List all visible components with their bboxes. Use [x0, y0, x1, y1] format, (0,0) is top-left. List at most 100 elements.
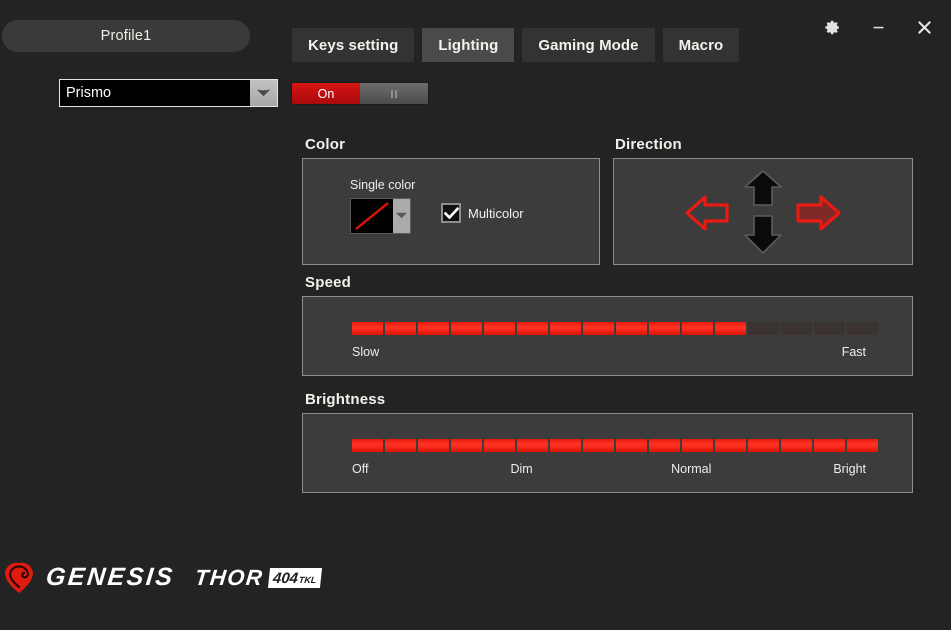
- direction-arrow-up[interactable]: [743, 169, 783, 207]
- speed-segment[interactable]: [649, 322, 680, 335]
- effect-select[interactable]: Prismo: [59, 79, 278, 107]
- brightness-segment[interactable]: [583, 439, 614, 452]
- effect-select-value: Prismo: [60, 80, 250, 106]
- tab-label: Gaming Mode: [538, 36, 639, 54]
- tab-keys-setting[interactable]: Keys setting: [292, 28, 415, 62]
- brightness-segment[interactable]: [418, 439, 449, 452]
- brightness-segment[interactable]: [814, 439, 845, 452]
- speed-segment[interactable]: [352, 322, 383, 335]
- brightness-segment[interactable]: [715, 439, 746, 452]
- close-button[interactable]: [911, 14, 937, 40]
- speed-segment[interactable]: [715, 322, 746, 335]
- brightness-segment[interactable]: [847, 439, 878, 452]
- gear-icon: [824, 19, 841, 36]
- single-color-picker[interactable]: [350, 198, 411, 234]
- brightness-segment[interactable]: [682, 439, 713, 452]
- speed-segment[interactable]: [418, 322, 449, 335]
- speed-segment[interactable]: [517, 322, 548, 335]
- speed-segment[interactable]: [847, 322, 878, 335]
- profile-tab[interactable]: Profile1: [2, 20, 250, 52]
- toggle-off-segment[interactable]: [360, 83, 428, 104]
- window-controls: [819, 14, 937, 40]
- close-icon: [915, 18, 934, 37]
- speed-segment[interactable]: [814, 322, 845, 335]
- tab-label: Keys setting: [308, 36, 399, 54]
- profile-tab-label: Profile1: [100, 28, 152, 44]
- brightness-segment[interactable]: [616, 439, 647, 452]
- brightness-segment[interactable]: [484, 439, 515, 452]
- speed-segment[interactable]: [781, 322, 812, 335]
- speed-scale-label: Fast: [841, 345, 866, 359]
- direction-pad: [685, 169, 841, 255]
- color-swatch-dropdown[interactable]: [393, 199, 410, 233]
- brightness-scale-label: Normal: [671, 462, 712, 476]
- color-swatch[interactable]: [351, 199, 393, 233]
- tab-gaming-mode[interactable]: Gaming Mode: [522, 28, 655, 62]
- model-suffix: TKL: [298, 574, 317, 585]
- tab-label: Lighting: [438, 36, 499, 54]
- arrow-down-icon: [743, 213, 783, 255]
- arrow-left-icon: [685, 194, 729, 232]
- brightness-segment[interactable]: [517, 439, 548, 452]
- speed-scale-labels: Slow Fast: [352, 345, 866, 361]
- color-section-title: Color: [305, 136, 346, 153]
- speed-segment[interactable]: [484, 322, 515, 335]
- brightness-panel: Off Dim Normal Bright: [302, 413, 913, 493]
- lighting-power-toggle[interactable]: On: [291, 82, 429, 105]
- brand-name: GENESIS: [44, 563, 177, 591]
- multicolor-checkbox-row[interactable]: Multicolor: [441, 203, 524, 223]
- brightness-segment[interactable]: [550, 439, 581, 452]
- brightness-segment[interactable]: [451, 439, 482, 452]
- title-bar: Profile1 Keys setting Lighting Gaming Mo…: [0, 0, 951, 68]
- minimize-icon: [870, 19, 887, 36]
- brand-footer: GENESIS THOR 404 TKL: [0, 555, 322, 600]
- speed-section-title: Speed: [305, 274, 352, 291]
- speed-segment[interactable]: [583, 322, 614, 335]
- tab-macro[interactable]: Macro: [662, 28, 740, 62]
- speed-scale-label: Slow: [352, 345, 380, 359]
- effect-select-arrow[interactable]: [250, 80, 277, 106]
- brightness-scale-labels: Off Dim Normal Bright: [352, 462, 866, 478]
- settings-button[interactable]: [819, 14, 845, 40]
- single-color-label: Single color: [350, 178, 416, 192]
- speed-segment[interactable]: [616, 322, 647, 335]
- toggle-grip-icon: [391, 89, 397, 98]
- speed-segment[interactable]: [550, 322, 581, 335]
- model-number: 404: [272, 569, 299, 587]
- brightness-scale-label: Off: [352, 462, 369, 476]
- speed-segment[interactable]: [682, 322, 713, 335]
- minimize-button[interactable]: [865, 14, 891, 40]
- arrow-up-icon: [743, 169, 783, 207]
- lighting-config-window: Profile1 Keys setting Lighting Gaming Mo…: [0, 0, 951, 630]
- tab-label: Macro: [678, 36, 724, 54]
- brightness-segment[interactable]: [781, 439, 812, 452]
- direction-section-title: Direction: [615, 136, 682, 153]
- toggle-on-segment[interactable]: On: [292, 83, 360, 104]
- direction-arrow-down[interactable]: [743, 213, 783, 255]
- direction-arrow-left[interactable]: [685, 194, 729, 232]
- tab-lighting[interactable]: Lighting: [422, 28, 515, 62]
- brightness-segment[interactable]: [352, 439, 383, 452]
- direction-arrow-right[interactable]: [795, 194, 841, 232]
- genesis-spiral-logo-icon: [4, 562, 36, 594]
- direction-panel: [613, 158, 913, 265]
- speed-segment[interactable]: [451, 322, 482, 335]
- brightness-segment[interactable]: [385, 439, 416, 452]
- brightness-segment[interactable]: [649, 439, 680, 452]
- model-name: THOR: [193, 564, 265, 590]
- speed-segment[interactable]: [385, 322, 416, 335]
- multicolor-checkbox[interactable]: [441, 203, 461, 223]
- speed-segment[interactable]: [748, 322, 779, 335]
- brightness-segment[interactable]: [748, 439, 779, 452]
- check-icon: [443, 206, 459, 220]
- model-badge: 404 TKL: [267, 567, 322, 588]
- multicolor-label: Multicolor: [468, 205, 524, 221]
- speed-panel: Slow Fast: [302, 296, 913, 376]
- chevron-down-icon: [256, 88, 271, 98]
- speed-slider[interactable]: [352, 322, 878, 335]
- chevron-down-icon: [395, 207, 408, 225]
- main-tab-bar: Keys setting Lighting Gaming Mode Macro: [292, 28, 740, 62]
- brightness-scale-label: Dim: [510, 462, 533, 476]
- toggle-on-label: On: [317, 86, 335, 101]
- brightness-slider[interactable]: [352, 439, 878, 452]
